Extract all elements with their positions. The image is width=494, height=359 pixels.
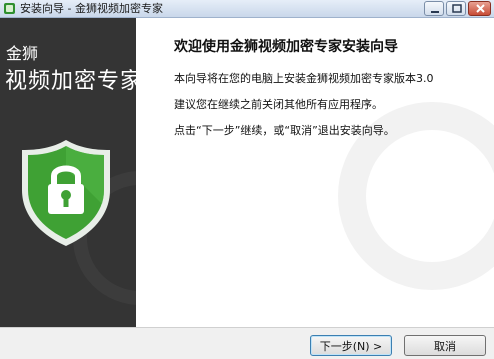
- title-bar[interactable]: 安装向导 - 金狮视频加密专家: [0, 0, 494, 18]
- page-title: 欢迎使用金狮视频加密专家安装向导: [174, 39, 398, 55]
- instruction-text: 点击“下一步”继续，或“取消”退出安装向导。: [174, 124, 395, 137]
- next-button[interactable]: 下一步(N) >: [310, 335, 392, 356]
- minimize-icon: [431, 11, 439, 13]
- minimize-button[interactable]: [424, 1, 444, 16]
- content-area: 欢迎使用金狮视频加密专家安装向导 本向导将在您的电脑上安装金狮视频加密专家版本3…: [136, 18, 494, 327]
- close-button[interactable]: [468, 1, 491, 16]
- window-title: 安装向导 - 金狮视频加密专家: [20, 2, 163, 15]
- sidebar-banner: 金狮 视频加密专家: [0, 18, 136, 327]
- maximize-button[interactable]: [446, 1, 466, 16]
- shield-lock-icon: [22, 140, 110, 246]
- advice-text: 建议您在继续之前关闭其他所有应用程序。: [174, 98, 383, 111]
- product-name: 视频加密专家: [5, 69, 136, 94]
- maximize-icon: [452, 4, 462, 13]
- cancel-button[interactable]: 取消: [404, 335, 486, 356]
- intro-text: 本向导将在您的电脑上安装金狮视频加密专家版本3.0: [174, 72, 434, 85]
- close-icon: [476, 4, 485, 13]
- app-icon: [4, 3, 15, 14]
- brand-name: 金狮: [6, 44, 39, 63]
- button-bar: 下一步(N) > 取消: [0, 327, 494, 359]
